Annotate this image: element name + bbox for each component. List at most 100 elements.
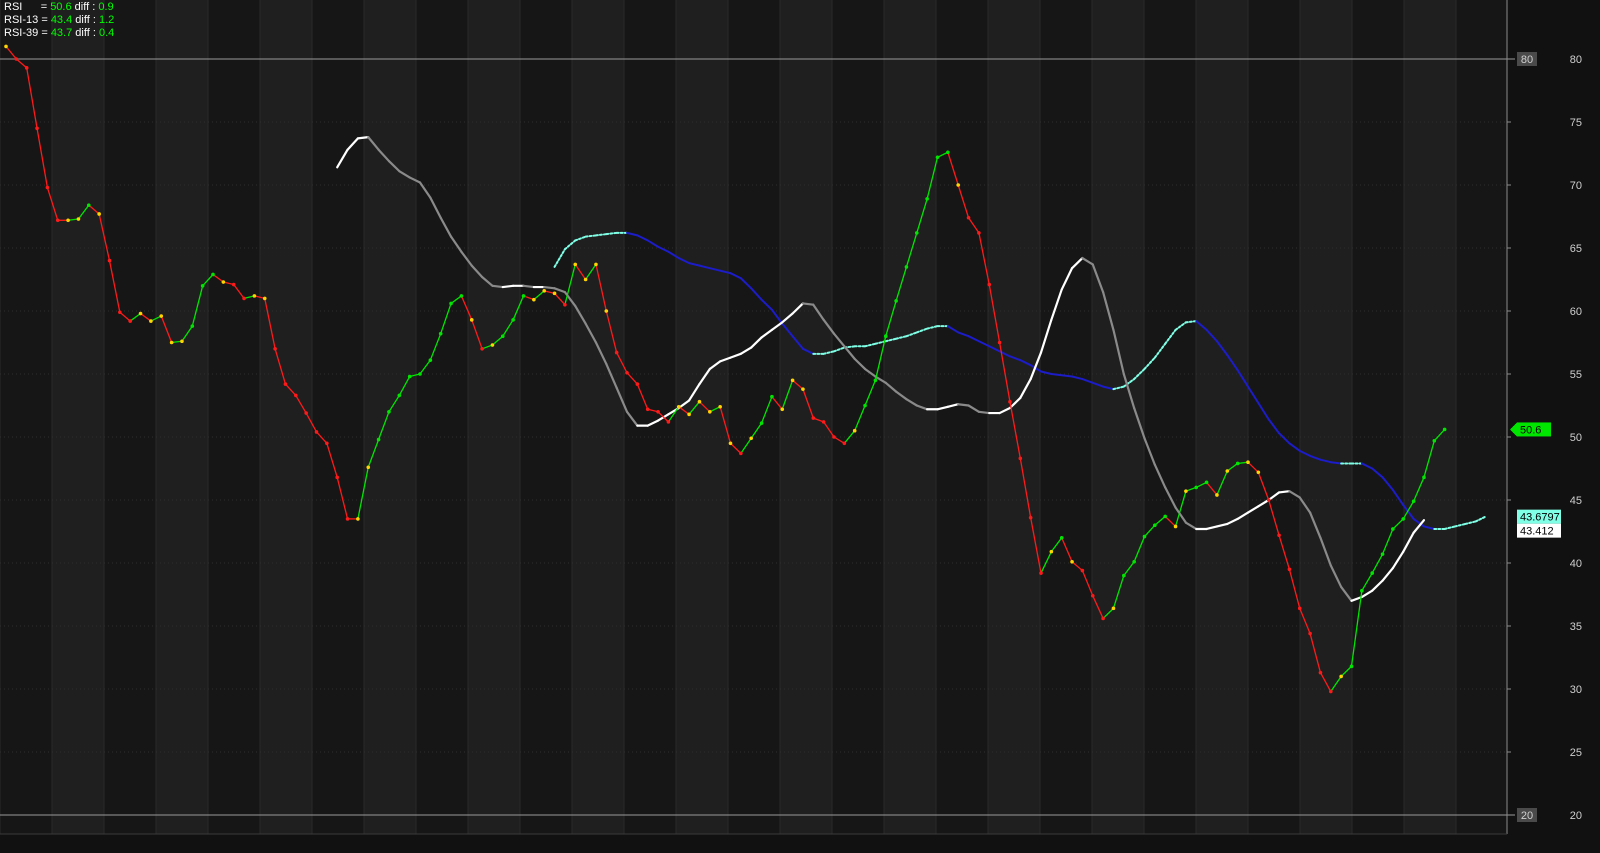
rsi-point: [1142, 534, 1147, 539]
rsi-point: [469, 318, 474, 322]
rsi-point: [728, 441, 733, 446]
rsi-point: [1370, 571, 1374, 575]
rsi-point: [76, 217, 81, 221]
rsi-point: [511, 318, 515, 322]
rsi-point: [200, 284, 205, 288]
rsi-point: [1432, 438, 1437, 443]
rsi-point: [128, 319, 132, 323]
rsi-point: [863, 403, 867, 408]
rsi-39-segment: [605, 231, 618, 236]
rsi-point: [1008, 399, 1012, 404]
background-band: [1456, 0, 1507, 834]
price-tag-label: 43.6797: [1520, 512, 1560, 524]
rsi-point: [387, 410, 391, 414]
rsi-point: [1329, 689, 1333, 694]
rsi-point: [614, 350, 619, 355]
rsi-point: [801, 387, 805, 391]
rsi-point: [977, 231, 981, 235]
rsi-point: [24, 66, 29, 70]
rsi-point: [676, 404, 681, 409]
rsi-point: [1090, 593, 1095, 598]
legend-name: RSI: [4, 1, 23, 13]
rsi-point: [1070, 559, 1074, 564]
background-band: [884, 0, 936, 834]
rsi-point: [1308, 631, 1312, 636]
rsi-point: [1028, 515, 1033, 520]
rsi-point: [87, 203, 91, 207]
rsi-point: [180, 339, 184, 344]
rsi-39-segment: [1050, 373, 1063, 377]
rsi-point: [832, 435, 836, 439]
rsi-point: [1194, 485, 1199, 490]
rsi-point: [1059, 536, 1064, 540]
legend-diff: 0.9: [98, 1, 114, 13]
legend-diff-label: diff :: [74, 1, 96, 13]
rsi-point: [987, 282, 992, 287]
rsi-39-segment: [1329, 461, 1343, 465]
background-band: [1352, 0, 1404, 834]
rsi-point: [283, 382, 288, 386]
rsi-13-segment: [1277, 490, 1291, 494]
legend-diff: 1.2: [98, 14, 115, 26]
background-band: [1040, 0, 1092, 834]
rsi-point: [138, 311, 143, 316]
rsi-point: [583, 277, 588, 282]
background-band: [676, 0, 728, 834]
legend-row-rsi: RSI = 50.6 diff : 0.9: [4, 1, 114, 14]
rsi-point: [1339, 674, 1343, 679]
y-tick-label: 45: [1570, 495, 1582, 507]
rsi-point: [1132, 559, 1136, 564]
y-tick-label: 25: [1570, 747, 1582, 759]
rsi-point: [4, 44, 8, 49]
rsi-point: [159, 314, 164, 318]
legend-diff-label: diff :: [75, 14, 96, 26]
background-band: [1404, 0, 1456, 834]
rsi-point: [149, 319, 153, 323]
rsi-point: [997, 340, 1002, 345]
rsi-point: [635, 382, 640, 386]
background-band: [104, 0, 156, 834]
rsi-point: [1215, 493, 1219, 497]
background-band: [988, 0, 1040, 834]
rsi-point: [438, 331, 443, 336]
rsi-point: [852, 428, 857, 433]
background-band: [1300, 0, 1352, 834]
rsi-13-segment: [491, 284, 504, 289]
rsi-point: [1111, 606, 1116, 611]
level-tag-label: 80: [1521, 54, 1533, 66]
rsi-point: [946, 150, 950, 155]
rsi-point: [107, 258, 112, 263]
rsi-point: [759, 421, 764, 425]
rsi-point: [1204, 480, 1209, 485]
rsi-point: [169, 340, 174, 345]
background-band: [572, 0, 624, 834]
legend-diff-label: diff :: [75, 27, 96, 39]
rsi-point: [1049, 549, 1054, 554]
rsi-point: [501, 334, 505, 339]
rsi-point: [294, 393, 298, 398]
legend-row-rsi-13: RSI-13 = 43.4 diff : 1.2: [4, 14, 114, 27]
rsi-point: [490, 343, 495, 347]
rsi-point: [666, 420, 671, 424]
rsi-point: [304, 411, 308, 415]
rsi-point: [1173, 524, 1178, 529]
rsi-point: [418, 372, 422, 376]
rsi-point: [1422, 475, 1426, 480]
y-tick-label: 55: [1570, 369, 1582, 381]
rsi-13-segment: [522, 284, 535, 289]
rsi-point: [770, 394, 774, 399]
legend: RSI = 50.6 diff : 0.9 RSI-13 = 43.4 diff…: [4, 1, 114, 40]
price-tag-label: 50.6: [1520, 424, 1541, 436]
background-band: [728, 0, 780, 834]
rsi-point: [645, 407, 650, 412]
rsi-point: [1266, 498, 1271, 502]
rsi-point: [739, 451, 743, 456]
rsi-point: [1039, 571, 1043, 575]
level-tag-label: 20: [1521, 810, 1533, 822]
background-band: [832, 0, 884, 834]
rsi-point: [428, 358, 433, 362]
rsi-point: [221, 280, 226, 284]
background-band: [260, 0, 312, 834]
rsi-13-segment: [543, 285, 556, 290]
rsi-13-segment: [356, 136, 370, 140]
